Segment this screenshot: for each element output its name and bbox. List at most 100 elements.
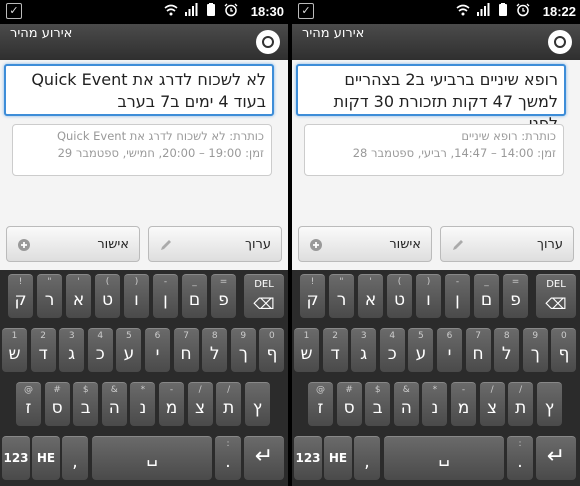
key-hint: ": [47, 277, 52, 287]
key[interactable]: 1ש: [2, 328, 27, 372]
key[interactable]: 7ח: [173, 328, 199, 372]
space-key[interactable]: ␣: [384, 436, 504, 480]
key[interactable]: 1ש: [294, 328, 319, 372]
key-label: ע: [415, 344, 427, 364]
battery-icon: [496, 3, 510, 17]
preview-title: כותרת: רופא שיניים: [461, 129, 556, 143]
key[interactable]: 4כ: [87, 328, 113, 372]
key[interactable]: ' א: [66, 274, 91, 318]
key[interactable]: ! ק: [8, 274, 33, 318]
key[interactable]: 9ך: [522, 328, 548, 372]
key[interactable]: * נ: [422, 382, 448, 426]
ok-button[interactable]: אישור: [298, 226, 432, 262]
key-label: ↵: [254, 444, 274, 469]
key[interactable]: 3ג: [351, 328, 377, 372]
key[interactable]: 8ל: [494, 328, 520, 372]
key[interactable]: 4כ: [379, 328, 405, 372]
key[interactable]: -מ: [451, 382, 476, 426]
screenshot-pair: ✓ 18:30 אירוע מהיר לא לשכוח לדרג את Quick E…: [0, 0, 580, 486]
key[interactable]: (ט: [387, 274, 412, 318]
phone-screen-right: ✓ 18:22 אירוע מהיר רופא שיניים ברביעי ב2 בצ…: [292, 0, 580, 486]
key-label: כ: [95, 344, 105, 364]
key[interactable]: 8ל: [202, 328, 228, 372]
key[interactable]: & ה: [101, 382, 127, 426]
key[interactable]: 6י: [145, 328, 170, 372]
key[interactable]: 2ד: [322, 328, 348, 372]
key-hint: 1: [303, 331, 310, 341]
app-title-bar: אירוע מהיר: [292, 24, 580, 60]
enter-key[interactable]: ↵: [536, 436, 576, 480]
key[interactable]: / צ: [479, 382, 505, 426]
language-key[interactable]: HE: [32, 436, 60, 480]
enter-key[interactable]: ↵: [244, 436, 284, 480]
key[interactable]: -מ: [159, 382, 184, 426]
key[interactable]: / ת: [508, 382, 534, 426]
key[interactable]: # ס: [44, 382, 70, 426]
comma-key[interactable]: ,: [354, 436, 380, 480]
key[interactable]: _ ם: [474, 274, 499, 318]
delete-key[interactable]: DEL ⌫: [536, 274, 576, 318]
key[interactable]: 0ף: [259, 328, 285, 372]
period-key[interactable]: :.: [215, 436, 241, 480]
key-hint: ': [369, 277, 372, 287]
key[interactable]: ) ו: [416, 274, 441, 318]
key-label: ץ: [544, 398, 554, 418]
event-text-input[interactable]: רופא שיניים ברביעי ב2 בצהריים למשך 47 דק…: [296, 64, 566, 133]
key[interactable]: & ה: [393, 382, 419, 426]
app-logo-icon[interactable]: [548, 30, 572, 54]
key[interactable]: -ן: [153, 274, 178, 318]
key-label: ר: [44, 290, 55, 310]
key[interactable]: $ ב: [73, 382, 99, 426]
key[interactable]: / ת: [216, 382, 242, 426]
edit-button[interactable]: ערוך: [440, 226, 574, 262]
key[interactable]: = פ: [503, 274, 528, 318]
key[interactable]: (ט: [95, 274, 120, 318]
key-hint: 5: [418, 331, 424, 341]
key[interactable]: ! ק: [300, 274, 325, 318]
key[interactable]: ) ו: [124, 274, 149, 318]
numbers-key[interactable]: 123: [294, 436, 322, 480]
status-time: 18:22: [542, 4, 576, 19]
key[interactable]: 2ד: [30, 328, 56, 372]
event-preview: כותרת: לא לשכוח לדרג את Quick Event זמן: …: [12, 124, 272, 176]
key[interactable]: # ס: [336, 382, 362, 426]
key[interactable]: ץ: [244, 382, 270, 426]
ok-button[interactable]: אישור: [6, 226, 140, 262]
key-hint: $: [82, 385, 89, 395]
key[interactable]: @ ז: [16, 382, 41, 426]
language-key[interactable]: HE: [324, 436, 352, 480]
edit-button-label: ערוך: [537, 237, 563, 252]
key[interactable]: / צ: [187, 382, 213, 426]
backspace-icon: ⌫: [545, 295, 567, 313]
app-logo-icon[interactable]: [256, 30, 280, 54]
key[interactable]: 0ף: [551, 328, 577, 372]
key[interactable]: 7ח: [465, 328, 491, 372]
space-key[interactable]: ␣: [92, 436, 212, 480]
key[interactable]: 9ך: [230, 328, 256, 372]
comma-key[interactable]: ,: [62, 436, 88, 480]
key[interactable]: = פ: [211, 274, 236, 318]
key[interactable]: _ ם: [182, 274, 207, 318]
period-key[interactable]: :.: [507, 436, 533, 480]
key[interactable]: 6י: [437, 328, 462, 372]
key[interactable]: @ ז: [308, 382, 333, 426]
event-text-input[interactable]: לא לשכוח לדרג את Quick Event בעוד 4 ימים…: [4, 64, 274, 116]
wifi-icon: [456, 3, 470, 17]
numbers-key[interactable]: 123: [2, 436, 30, 480]
key[interactable]: 5ע: [408, 328, 434, 372]
key[interactable]: ' א: [358, 274, 383, 318]
key[interactable]: ץ: [536, 382, 562, 426]
key[interactable]: 5ע: [116, 328, 142, 372]
key-hint: @: [24, 385, 33, 395]
key[interactable]: " ר: [37, 274, 62, 318]
key-label: ח: [180, 344, 192, 364]
key[interactable]: 3ג: [59, 328, 85, 372]
key[interactable]: " ר: [329, 274, 354, 318]
key-label: ק: [14, 290, 27, 310]
key[interactable]: * נ: [130, 382, 156, 426]
edit-button[interactable]: ערוך: [148, 226, 282, 262]
key[interactable]: -ן: [445, 274, 470, 318]
delete-key[interactable]: DEL ⌫: [244, 274, 284, 318]
key-hint: :: [518, 439, 522, 449]
key[interactable]: $ ב: [365, 382, 391, 426]
